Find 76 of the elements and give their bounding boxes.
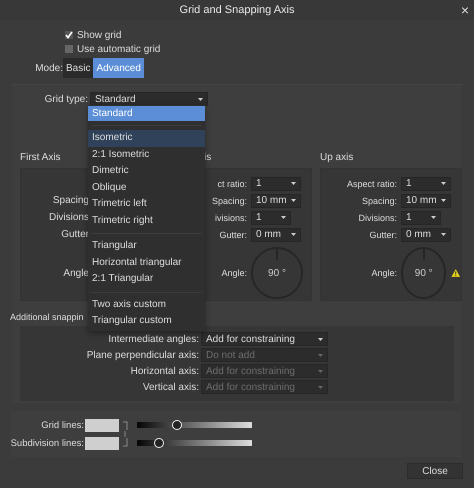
value-dropdown[interactable]: 0 mm: [401, 228, 451, 242]
caret-icon: [281, 216, 286, 219]
value-dropdown[interactable]: 1: [401, 176, 451, 190]
angle-label: Angle: [62, 268, 89, 278]
field-label: Spacing: [52, 195, 89, 206]
menu-item[interactable]: 2:1 Triangular: [88, 271, 205, 288]
section-title: First Axis: [20, 151, 61, 165]
caret-icon: [318, 370, 323, 372]
slider[interactable]: [137, 420, 252, 430]
grid-type-label: Grid type:: [44, 94, 89, 104]
checkbox-label: Use automatic grid: [77, 44, 160, 54]
close-button[interactable]: ×: [458, 2, 472, 18]
menu-item[interactable]: Triangular custom: [88, 313, 205, 330]
color-swatch[interactable]: [85, 436, 119, 450]
slider-thumb[interactable]: [154, 438, 164, 448]
field-label: Spacing:: [210, 196, 247, 206]
menu-item[interactable]: Isometric: [88, 130, 205, 146]
field-label: Subdivision lines:: [10, 438, 84, 448]
checkbox[interactable]: [65, 45, 73, 53]
caret-icon: [441, 182, 446, 185]
menu-item[interactable]: Trimetric left: [88, 196, 205, 212]
caret-icon: [291, 199, 296, 202]
menu-item[interactable]: 2:1 Isometric: [88, 146, 205, 163]
field-label: Gutter: [60, 229, 89, 240]
field-label: Gutter:: [368, 230, 397, 240]
checkbox-label: Show grid: [77, 30, 122, 40]
grid-type-dropdown[interactable]: Standard: [90, 92, 208, 106]
menu-item[interactable]: Horizontal triangular: [88, 254, 205, 271]
slider-thumb[interactable]: [172, 420, 182, 430]
mode-label: Mode:: [34, 62, 63, 74]
section-title: Additional snappin: [10, 311, 84, 324]
caret-icon: [431, 216, 436, 219]
field-label: Grid lines:: [40, 420, 84, 430]
menu-item[interactable]: Dimetric: [88, 163, 205, 180]
angle-dial[interactable]: 90 °: [251, 247, 303, 299]
caret-icon: [291, 182, 296, 185]
field-label: Aspect ratio:: [346, 178, 397, 188]
snapping-dropdown[interactable]: Add for constraining: [201, 332, 328, 346]
value-dropdown[interactable]: 10 mm: [251, 194, 301, 208]
caret-icon: [318, 354, 323, 356]
checkbox[interactable]: [65, 31, 73, 39]
value-dropdown[interactable]: 1: [251, 176, 301, 190]
angle-label: Angle:: [370, 268, 397, 278]
field-label: Gutter:: [218, 230, 247, 240]
field-label: Divisions:: [357, 212, 397, 222]
menu-item[interactable]: Trimetric right: [88, 212, 205, 229]
field-label: Plane perpendicular axis:: [86, 350, 199, 360]
field-label: ivisions:: [214, 212, 247, 222]
close-button[interactable]: Close: [407, 463, 463, 479]
caret-icon: [198, 98, 203, 100]
value-dropdown[interactable]: 1: [251, 210, 291, 224]
caret-icon: [441, 233, 446, 236]
caret-icon: [291, 233, 296, 236]
slider[interactable]: [137, 438, 252, 448]
window-title: Grid and Snapping Axis: [180, 4, 294, 16]
field-label: Spacing:: [360, 196, 397, 206]
field-label: Horizontal axis:: [130, 366, 199, 376]
color-swatch[interactable]: [85, 418, 119, 432]
link-icon[interactable]: [122, 421, 129, 447]
field-label: Vertical axis:: [142, 382, 199, 392]
value-dropdown[interactable]: 10 mm: [401, 194, 451, 208]
caret-icon: [441, 199, 446, 202]
section-title: Up axis: [320, 151, 354, 165]
caret-icon: [318, 386, 323, 388]
field-label: Intermediate angles:: [107, 334, 199, 344]
field-label: Divisions: [48, 212, 89, 223]
menu-item[interactable]: Oblique: [88, 180, 205, 196]
angle-dial[interactable]: 90 °: [401, 247, 446, 299]
field-label: ct ratio:: [216, 178, 247, 188]
angle-label: Angle:: [220, 268, 247, 278]
value-dropdown[interactable]: 1: [401, 210, 441, 224]
menu-item[interactable]: Two axis custom: [88, 296, 205, 313]
menu-item[interactable]: Triangular: [88, 238, 205, 254]
mode-tab[interactable]: Basic: [63, 58, 94, 78]
value-dropdown[interactable]: 0 mm: [251, 228, 301, 242]
caret-icon: [318, 338, 323, 340]
